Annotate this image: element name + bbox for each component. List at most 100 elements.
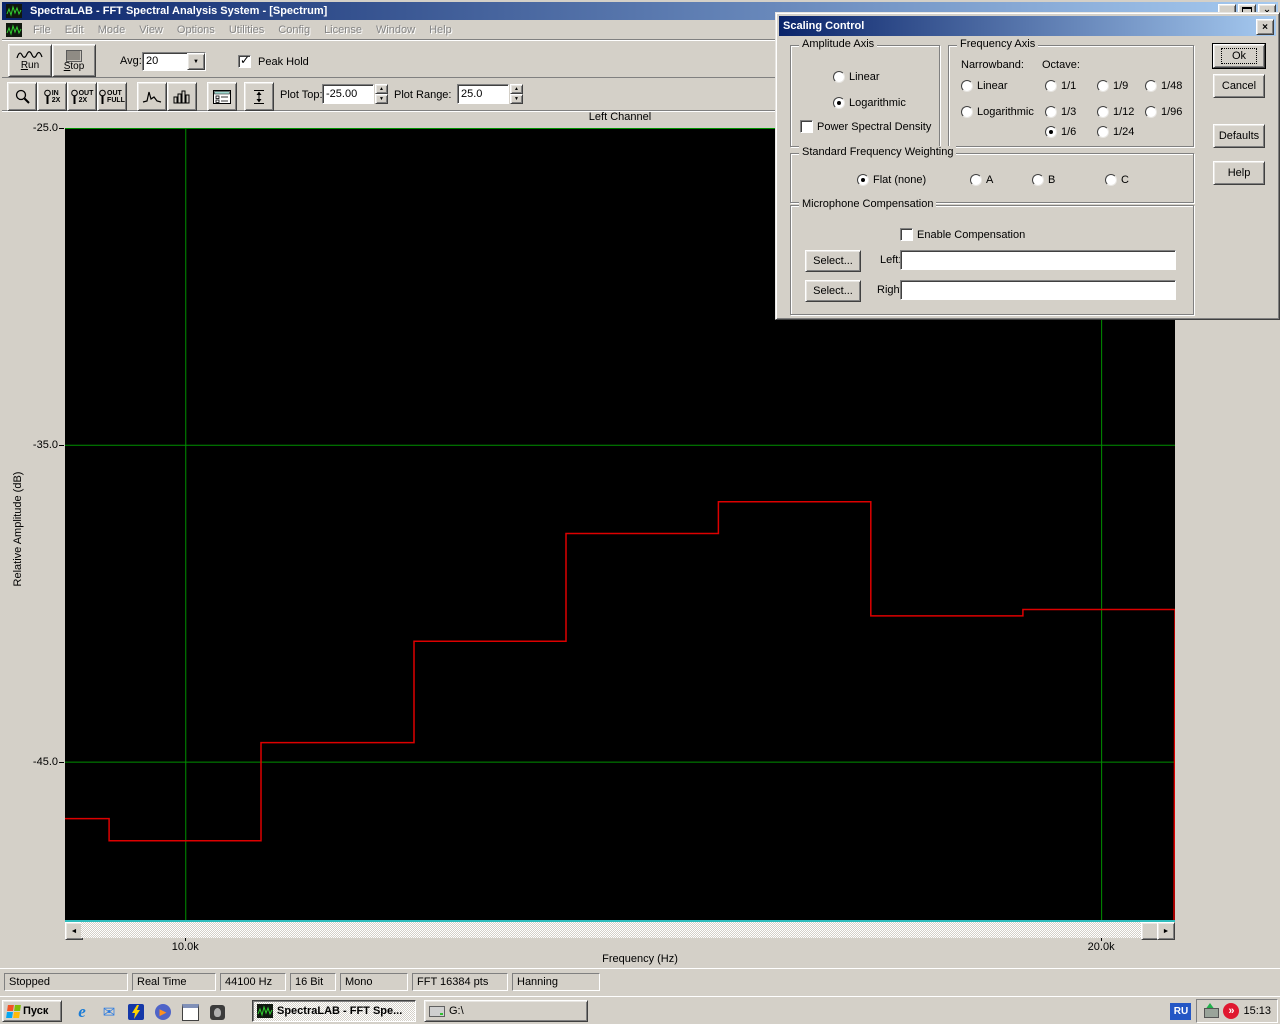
vertical-scale-button[interactable] <box>244 82 274 111</box>
narrowband-logarithmic-radio[interactable] <box>961 106 973 118</box>
quicklaunch-ie-button[interactable]: e <box>70 1001 94 1023</box>
scroll-left-icon: ◄ <box>70 927 78 935</box>
amplitude-logarithmic-radio[interactable] <box>833 97 845 109</box>
frequency-axis-legend: Frequency Axis <box>957 38 1039 50</box>
dialog-title: Scaling Control <box>783 20 865 32</box>
spectrum-peak-hold-line <box>65 501 1175 920</box>
scroll-right-icon: ► <box>1162 927 1170 935</box>
quicklaunch-mail-button[interactable]: ✉ <box>97 1001 121 1023</box>
avg-combobox[interactable]: 20 ▼ <box>142 52 206 71</box>
status-bit-depth: 16 Bit <box>290 973 336 991</box>
plot-top-spin-up[interactable]: ▲ <box>375 84 388 94</box>
octave-1-48-radio[interactable] <box>1145 80 1157 92</box>
cancel-button[interactable]: Cancel <box>1213 74 1265 98</box>
plot-range-spin-up[interactable]: ▲ <box>510 84 523 94</box>
ok-button[interactable]: Ok <box>1212 43 1266 69</box>
close-icon: × <box>1262 21 1268 33</box>
frequency-scrollbar[interactable]: ◄ ► <box>65 922 1175 940</box>
scroll-right-button[interactable]: ► <box>1157 922 1175 940</box>
app-icon[interactable] <box>6 4 22 18</box>
octave-1-6-radio[interactable] <box>1045 126 1057 138</box>
antivirus-tray-icon[interactable]: » <box>1223 1003 1240 1019</box>
amplitude-linear-radio[interactable] <box>833 71 845 83</box>
octave-1-24-label: 1/24 <box>1113 126 1135 138</box>
octave-1-12-radio[interactable] <box>1097 106 1109 118</box>
options-window-icon <box>213 89 231 104</box>
amplitude-axis-group: Amplitude Axis Linear Logarithmic Power … <box>790 38 940 147</box>
octave-1-3-radio[interactable] <box>1045 106 1057 118</box>
amplitude-linear-label: Linear <box>849 71 880 83</box>
menu-config[interactable]: Config <box>271 21 317 39</box>
start-button[interactable]: Пуск <box>2 1000 62 1022</box>
run-button[interactable]: Run <box>8 44 52 77</box>
weighting-c-radio[interactable] <box>1105 174 1117 186</box>
menu-window[interactable]: Window <box>369 21 422 39</box>
language-indicator[interactable]: RU <box>1170 1002 1192 1020</box>
menu-help[interactable]: Help <box>422 21 459 39</box>
right-compensation-input[interactable] <box>900 280 1176 300</box>
run-label: Run <box>20 60 40 71</box>
line-spectrum-button[interactable] <box>137 82 167 111</box>
enable-compensation-checkbox[interactable] <box>900 228 913 241</box>
octave-1-96-radio[interactable] <box>1145 106 1157 118</box>
weighting-a-radio[interactable] <box>970 174 982 186</box>
magnifier-icon <box>15 89 30 104</box>
narrowband-linear-radio[interactable] <box>961 80 973 92</box>
microphone-legend: Microphone Compensation <box>799 198 937 210</box>
plot-range-spin-down[interactable]: ▼ <box>510 94 523 104</box>
bar-spectrum-button[interactable] <box>167 82 197 111</box>
menu-view[interactable]: View <box>132 21 170 39</box>
left-file-label: Left: <box>880 254 902 266</box>
status-window-function: Hanning <box>512 973 600 991</box>
avg-dropdown-button[interactable]: ▼ <box>187 53 205 70</box>
document-icon[interactable] <box>6 22 22 37</box>
octave-1-96-label: 1/96 <box>1161 106 1183 118</box>
peak-hold-checkbox[interactable] <box>238 53 251 68</box>
quicklaunch-app-button[interactable] <box>205 1001 229 1023</box>
taskbar-task-spectralab[interactable]: SpectraLAB - FFT Spe... <box>252 1000 416 1022</box>
menu-mode[interactable]: Mode <box>91 21 133 39</box>
zoom-full-button[interactable]: OUT FULL <box>97 82 127 111</box>
quicklaunch-show-desktop-button[interactable] <box>178 1001 202 1023</box>
defaults-button[interactable]: Defaults <box>1213 124 1265 148</box>
zoom-in-pin-icon <box>43 89 51 104</box>
plot-top-spin-down[interactable]: ▼ <box>375 94 388 104</box>
octave-1-1-radio[interactable] <box>1045 80 1057 92</box>
zoom-out-text2: 2X <box>78 96 88 104</box>
octave-1-24-radio[interactable] <box>1097 126 1109 138</box>
weighting-b-radio[interactable] <box>1032 174 1044 186</box>
stop-button[interactable]: Stop <box>52 44 96 77</box>
removable-device-tray-icon[interactable] <box>1203 1003 1220 1019</box>
psd-checkbox[interactable] <box>800 120 813 133</box>
zoom-tool-button[interactable] <box>7 82 37 111</box>
taskbar-task-gdrive[interactable]: G:\ <box>424 1000 588 1022</box>
media-player-icon: ▶ <box>155 1004 171 1020</box>
select-right-button[interactable]: Select... <box>805 280 861 302</box>
left-compensation-input[interactable] <box>900 250 1176 270</box>
taskbar-clock[interactable]: 15:13 <box>1243 1005 1271 1017</box>
quicklaunch-mediaplayer-button[interactable]: ▶ <box>151 1001 175 1023</box>
scrollbar-track[interactable] <box>81 922 1159 940</box>
octave-1-9-radio[interactable] <box>1097 80 1109 92</box>
menu-options[interactable]: Options <box>170 21 222 39</box>
weighting-flat-radio[interactable] <box>857 174 869 186</box>
menu-file[interactable]: File <box>26 21 58 39</box>
quicklaunch-winamp-button[interactable] <box>124 1001 148 1023</box>
zoom-out-2x-button[interactable]: OUT 2X <box>67 82 97 111</box>
select-left-button[interactable]: Select... <box>805 250 861 272</box>
zoom-full-text1: OUT <box>107 89 122 97</box>
amplitude-logarithmic-label: Logarithmic <box>849 97 906 109</box>
dialog-titlebar[interactable]: Scaling Control <box>779 16 1276 36</box>
octave-1-12-label: 1/12 <box>1113 106 1135 118</box>
menu-license[interactable]: License <box>317 21 369 39</box>
menu-edit[interactable]: Edit <box>58 21 91 39</box>
taskbar: Пуск e ✉ ▶ SpectraLAB - FFT Spe... G:\ R… <box>0 996 1280 1024</box>
display-options-button[interactable] <box>207 82 237 111</box>
plot-range-input[interactable] <box>457 84 509 104</box>
help-button[interactable]: Help <box>1213 161 1265 185</box>
dialog-close-button[interactable]: × <box>1256 19 1274 35</box>
zoom-in-2x-button[interactable]: IN 2X <box>37 82 67 111</box>
menu-utilities[interactable]: Utilities <box>222 21 271 39</box>
zoom-full-text2: FULL <box>107 96 125 104</box>
plot-top-input[interactable] <box>322 84 374 104</box>
